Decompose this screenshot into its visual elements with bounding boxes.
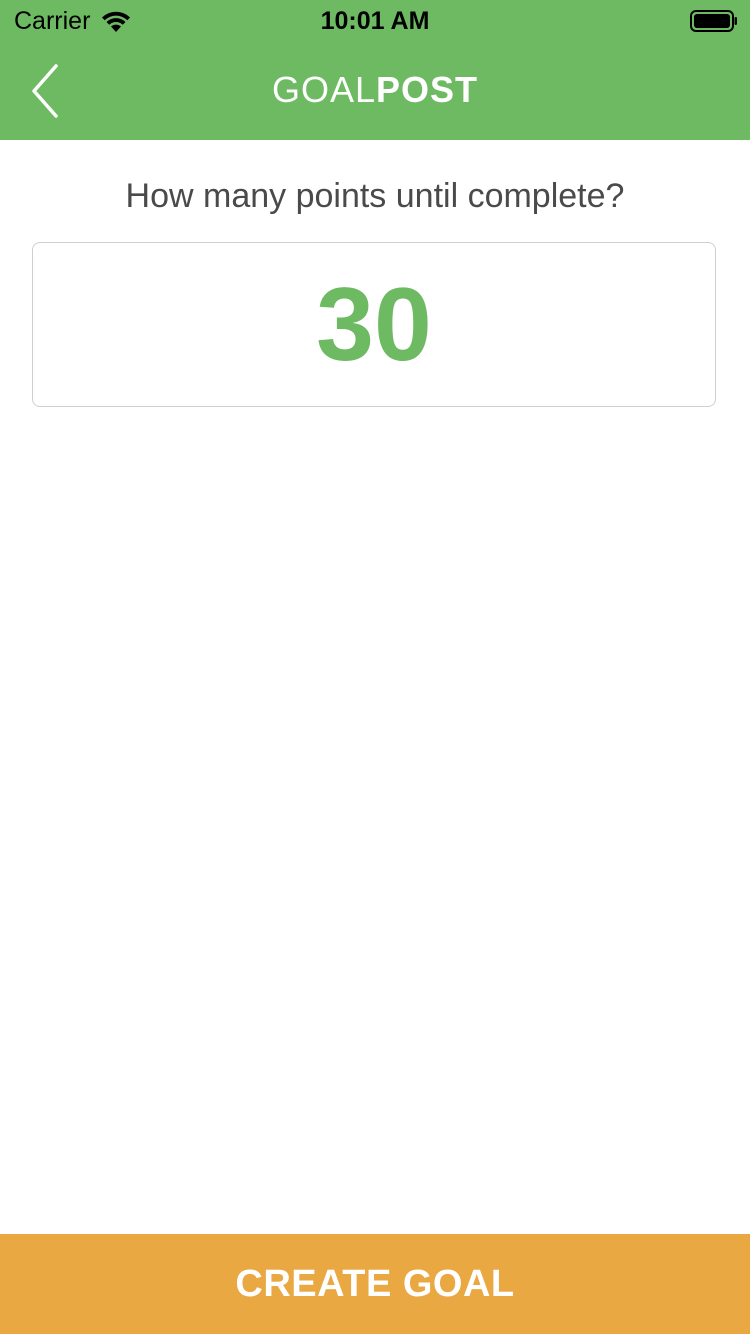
top-bar: Carrier 10:01 AM GOALPOST bbox=[0, 0, 750, 140]
status-time: 10:01 AM bbox=[320, 7, 430, 35]
app-title-bold: POST bbox=[376, 69, 479, 110]
status-bar: Carrier 10:01 AM bbox=[0, 0, 750, 40]
battery-full-icon bbox=[690, 10, 737, 32]
app-title: GOALPOST bbox=[0, 70, 750, 110]
points-value: 30 bbox=[316, 267, 432, 383]
app-title-light: GOAL bbox=[271, 69, 377, 110]
points-input[interactable]: 30 bbox=[32, 242, 716, 407]
create-goal-button[interactable]: CREATE GOAL bbox=[0, 1234, 750, 1334]
navigation-bar: GOALPOST bbox=[0, 40, 750, 140]
points-question: How many points until complete? bbox=[125, 177, 625, 215]
